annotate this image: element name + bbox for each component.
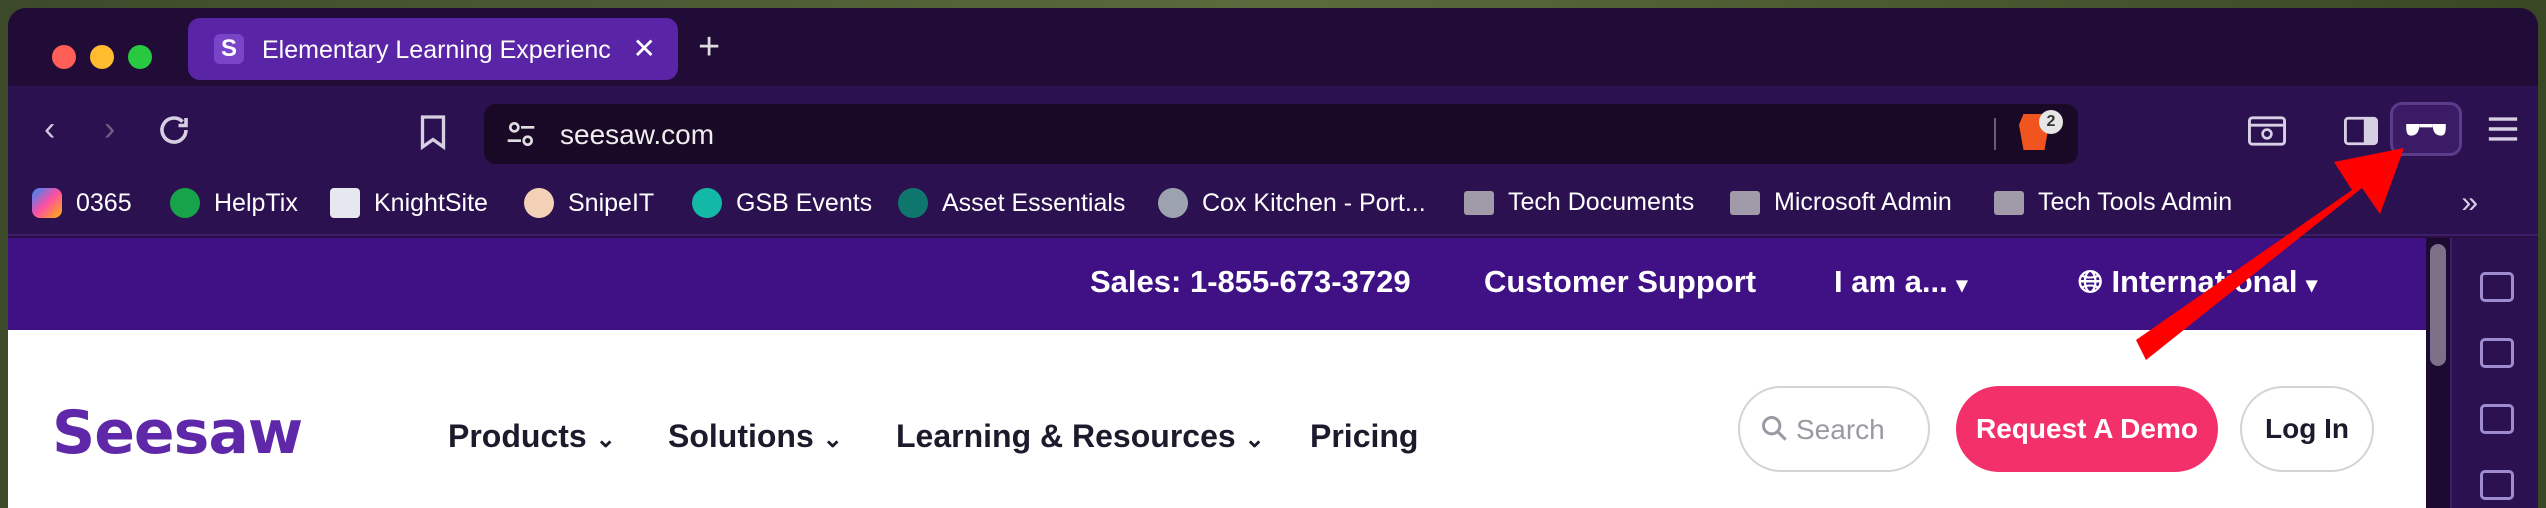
- i-am-a-dropdown[interactable]: I am a... ▾: [1834, 264, 1967, 300]
- globe-icon: [1158, 188, 1188, 218]
- chevron-down-icon: ⌄: [595, 426, 616, 453]
- new-tab-button[interactable]: +: [698, 28, 720, 66]
- url-divider: [1994, 118, 1996, 150]
- tab-close-icon[interactable]: ✕: [633, 32, 656, 65]
- minimize-window-button[interactable]: [90, 45, 114, 69]
- bookmark-tech-tools-admin[interactable]: Tech Tools Admin: [1994, 188, 2232, 217]
- bookmark-snipeit[interactable]: SnipeIT: [524, 188, 654, 218]
- window-controls: [52, 45, 152, 69]
- folder-icon: [1464, 190, 1494, 215]
- back-icon[interactable]: ‹: [44, 110, 55, 149]
- sunglasses-icon: [2406, 124, 2446, 136]
- request-demo-button[interactable]: Request A Demo: [1956, 386, 2218, 472]
- bookmark-knightsite[interactable]: KnightSite: [330, 188, 488, 218]
- close-window-button[interactable]: [52, 45, 76, 69]
- chevron-down-icon: ⌄: [822, 426, 843, 453]
- asset-icon: [898, 188, 928, 218]
- screenshot-search-icon[interactable]: [2248, 116, 2286, 151]
- bookmark-asset-essentials[interactable]: Asset Essentials: [898, 188, 1125, 218]
- active-tab[interactable]: S Elementary Learning Experienc ✕: [188, 18, 678, 80]
- copilot-icon: [32, 188, 62, 218]
- menu-icon[interactable]: [2486, 114, 2520, 149]
- glasses-extension-button[interactable]: [2390, 102, 2462, 156]
- bookmark-icon[interactable]: [418, 114, 448, 159]
- site-utility-bar: Sales: 1-855-673-3729 Customer Support I…: [8, 238, 2426, 330]
- nav-solutions[interactable]: Solutions ⌄: [668, 418, 843, 455]
- bookmark-gsb-events[interactable]: GSB Events: [692, 188, 872, 218]
- bookmark-cox-kitchen[interactable]: Cox Kitchen - Port...: [1158, 188, 1426, 218]
- browser-sidebar: [2450, 238, 2538, 508]
- globe-icon: 🌐︎: [2078, 264, 2103, 299]
- browser-window: S Elementary Learning Experienc ✕ + ‹ › …: [8, 8, 2538, 508]
- wallet-icon[interactable]: [2480, 338, 2514, 368]
- bookmark-0365[interactable]: 0365: [32, 188, 132, 218]
- tab-bar: S Elementary Learning Experienc ✕ +: [8, 8, 2538, 86]
- page-scrollbar[interactable]: [2426, 238, 2450, 508]
- chevron-down-icon: ▾: [1956, 272, 1968, 297]
- more-bookmarks-icon[interactable]: »: [2461, 186, 2478, 220]
- site-settings-icon[interactable]: [504, 118, 538, 150]
- forward-icon[interactable]: ›: [104, 110, 115, 149]
- shields-count-badge: 2: [2039, 110, 2063, 134]
- site-main-nav: Seesaw Products ⌄ Solutions ⌄ Learning &…: [8, 330, 2426, 508]
- seesaw-favicon-icon: S: [214, 34, 244, 64]
- toolbar: ‹ › seesaw.com 2: [8, 86, 2538, 182]
- bookmark-microsoft-admin[interactable]: Microsoft Admin: [1730, 188, 1952, 217]
- login-button[interactable]: Log In: [2240, 386, 2374, 472]
- nav-pricing[interactable]: Pricing: [1310, 418, 1418, 455]
- bookmark-tech-documents[interactable]: Tech Documents: [1464, 188, 1694, 217]
- web-page: Sales: 1-855-673-3729 Customer Support I…: [8, 238, 2426, 508]
- sales-phone-link[interactable]: Sales: 1-855-673-3729: [1090, 264, 1411, 300]
- address-bar[interactable]: seesaw.com 2: [484, 104, 2078, 164]
- reading-list-icon[interactable]: [2480, 404, 2514, 434]
- site-search-input[interactable]: Search: [1738, 386, 1930, 472]
- search-icon: [1760, 414, 1788, 449]
- bookmark-helptix[interactable]: HelpTix: [170, 188, 298, 218]
- seesaw-logo[interactable]: Seesaw: [52, 398, 303, 468]
- customer-support-link[interactable]: Customer Support: [1484, 264, 1756, 300]
- international-dropdown[interactable]: 🌐︎ International ▾: [2078, 264, 2317, 301]
- snipeit-icon: [524, 188, 554, 218]
- nav-products[interactable]: Products ⌄: [448, 418, 616, 455]
- scrollbar-thumb[interactable]: [2430, 244, 2446, 366]
- tab-title: Elementary Learning Experienc: [262, 36, 611, 64]
- chevron-down-icon: ▾: [2306, 272, 2318, 297]
- sidebar-toggle-icon[interactable]: [2344, 116, 2378, 151]
- maximize-window-button[interactable]: [128, 45, 152, 69]
- nav-learning-resources[interactable]: Learning & Resources ⌄: [896, 418, 1265, 455]
- headset-icon: [170, 188, 200, 218]
- url-text: seesaw.com: [560, 119, 715, 150]
- events-icon: [692, 188, 722, 218]
- playlist-icon[interactable]: [2480, 272, 2514, 302]
- bookmarks-panel-icon[interactable]: [2480, 470, 2514, 500]
- bookmarks-bar: 0365 HelpTix KnightSite SnipeIT GSB Even…: [8, 174, 2538, 236]
- reload-icon[interactable]: [156, 112, 192, 157]
- folder-icon: [1994, 190, 2024, 215]
- chevron-down-icon: ⌄: [1244, 426, 1265, 453]
- knight-icon: [330, 188, 360, 218]
- folder-icon: [1730, 190, 1760, 215]
